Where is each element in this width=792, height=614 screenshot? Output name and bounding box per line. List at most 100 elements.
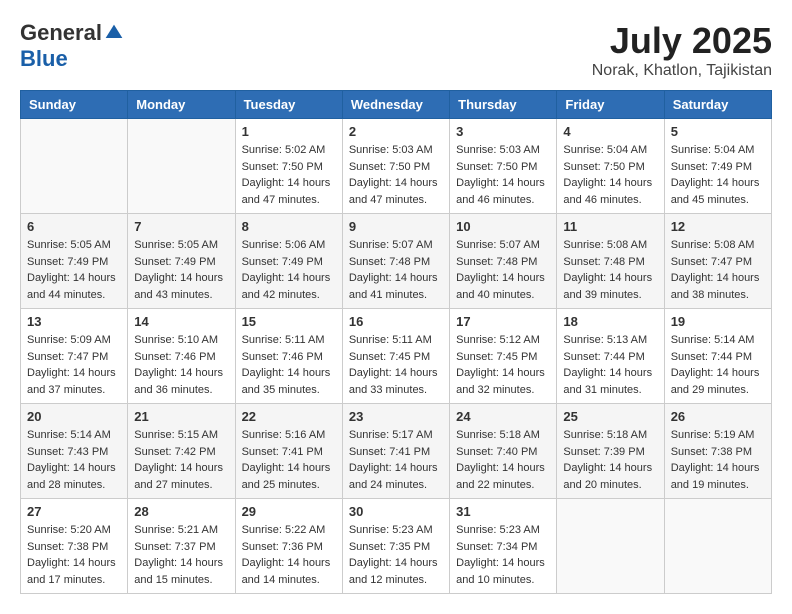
day-detail: Sunrise: 5:13 AM Sunset: 7:44 PM Dayligh…: [563, 332, 657, 398]
day-detail: Sunrise: 5:07 AM Sunset: 7:48 PM Dayligh…: [456, 237, 550, 303]
calendar-cell: 5 Sunrise: 5:04 AM Sunset: 7:49 PM Daylig…: [664, 119, 771, 214]
calendar-cell: [21, 119, 128, 214]
day-number: 23: [349, 409, 443, 424]
day-detail: Sunrise: 5:18 AM Sunset: 7:40 PM Dayligh…: [456, 427, 550, 493]
day-header-sunday: Sunday: [21, 91, 128, 119]
day-detail: Sunrise: 5:09 AM Sunset: 7:47 PM Dayligh…: [27, 332, 121, 398]
calendar-cell: 15 Sunrise: 5:11 AM Sunset: 7:46 PM Dayli…: [235, 309, 342, 404]
calendar-cell: 9 Sunrise: 5:07 AM Sunset: 7:48 PM Daylig…: [342, 214, 449, 309]
day-number: 17: [456, 314, 550, 329]
day-detail: Sunrise: 5:05 AM Sunset: 7:49 PM Dayligh…: [27, 237, 121, 303]
calendar-cell: 12Sunrise: 5:08 AM Sunset: 7:47 PM Dayli…: [664, 214, 771, 309]
day-detail: Sunrise: 5:03 AM Sunset: 7:50 PM Dayligh…: [349, 142, 443, 208]
day-number: 5: [671, 124, 765, 139]
day-detail: Sunrise: 5:08 AM Sunset: 7:48 PM Dayligh…: [563, 237, 657, 303]
calendar-cell: 20Sunrise: 5:14 AM Sunset: 7:43 PM Dayli…: [21, 404, 128, 499]
day-number: 20: [27, 409, 121, 424]
day-detail: Sunrise: 5:02 AM Sunset: 7:50 PM Dayligh…: [242, 142, 336, 208]
calendar-cell: 3 Sunrise: 5:03 AM Sunset: 7:50 PM Daylig…: [450, 119, 557, 214]
day-number: 16: [349, 314, 443, 329]
calendar-cell: 28Sunrise: 5:21 AM Sunset: 7:37 PM Dayli…: [128, 499, 235, 594]
day-number: 31: [456, 504, 550, 519]
calendar-cell: 8Sunrise: 5:06 AM Sunset: 7:49 PM Daylig…: [235, 214, 342, 309]
day-detail: Sunrise: 5:22 AM Sunset: 7:36 PM Dayligh…: [242, 522, 336, 588]
day-detail: Sunrise: 5:23 AM Sunset: 7:35 PM Dayligh…: [349, 522, 443, 588]
day-detail: Sunrise: 5:08 AM Sunset: 7:47 PM Dayligh…: [671, 237, 765, 303]
calendar-cell: 24 Sunrise: 5:18 AM Sunset: 7:40 PM Dayli…: [450, 404, 557, 499]
calendar-cell: 19 Sunrise: 5:14 AM Sunset: 7:44 PM Dayli…: [664, 309, 771, 404]
calendar-cell: [128, 119, 235, 214]
day-number: 22: [242, 409, 336, 424]
day-detail: Sunrise: 5:23 AM Sunset: 7:34 PM Dayligh…: [456, 522, 550, 588]
day-number: 4: [563, 124, 657, 139]
day-detail: Sunrise: 5:11 AM Sunset: 7:45 PM Dayligh…: [349, 332, 443, 398]
day-number: 11: [563, 219, 657, 234]
day-number: 13: [27, 314, 121, 329]
day-number: 29: [242, 504, 336, 519]
calendar-table: SundayMondayTuesdayWednesdayThursdayFrid…: [20, 90, 772, 594]
day-number: 10: [456, 219, 550, 234]
calendar-cell: 17 Sunrise: 5:12 AM Sunset: 7:45 PM Dayli…: [450, 309, 557, 404]
day-number: 2: [349, 124, 443, 139]
day-detail: Sunrise: 5:04 AM Sunset: 7:49 PM Dayligh…: [671, 142, 765, 208]
day-header-monday: Monday: [128, 91, 235, 119]
logo-icon: [104, 23, 124, 43]
calendar-cell: 29 Sunrise: 5:22 AM Sunset: 7:36 PM Dayli…: [235, 499, 342, 594]
calendar-week-row: 20Sunrise: 5:14 AM Sunset: 7:43 PM Dayli…: [21, 404, 772, 499]
day-header-tuesday: Tuesday: [235, 91, 342, 119]
day-number: 7: [134, 219, 228, 234]
calendar-week-row: 13 Sunrise: 5:09 AM Sunset: 7:47 PM Dayli…: [21, 309, 772, 404]
calendar-cell: [557, 499, 664, 594]
day-detail: Sunrise: 5:18 AM Sunset: 7:39 PM Dayligh…: [563, 427, 657, 493]
calendar-cell: 10 Sunrise: 5:07 AM Sunset: 7:48 PM Dayli…: [450, 214, 557, 309]
day-detail: Sunrise: 5:17 AM Sunset: 7:41 PM Dayligh…: [349, 427, 443, 493]
day-detail: Sunrise: 5:06 AM Sunset: 7:49 PM Dayligh…: [242, 237, 336, 303]
day-number: 9: [349, 219, 443, 234]
day-number: 28: [134, 504, 228, 519]
logo-general-text: General: [20, 20, 102, 46]
calendar-cell: 21Sunrise: 5:15 AM Sunset: 7:42 PM Dayli…: [128, 404, 235, 499]
day-number: 14: [134, 314, 228, 329]
day-detail: Sunrise: 5:16 AM Sunset: 7:41 PM Dayligh…: [242, 427, 336, 493]
calendar-cell: 2 Sunrise: 5:03 AM Sunset: 7:50 PM Daylig…: [342, 119, 449, 214]
logo-blue-text: Blue: [20, 46, 68, 72]
page-header: General Blue July 2025 Norak, Khatlon, T…: [20, 20, 772, 80]
day-header-wednesday: Wednesday: [342, 91, 449, 119]
calendar-cell: 25 Sunrise: 5:18 AM Sunset: 7:39 PM Dayli…: [557, 404, 664, 499]
calendar-cell: 4Sunrise: 5:04 AM Sunset: 7:50 PM Daylig…: [557, 119, 664, 214]
calendar-cell: 7Sunrise: 5:05 AM Sunset: 7:49 PM Daylig…: [128, 214, 235, 309]
calendar-cell: 22 Sunrise: 5:16 AM Sunset: 7:41 PM Dayli…: [235, 404, 342, 499]
calendar-cell: 13 Sunrise: 5:09 AM Sunset: 7:47 PM Dayli…: [21, 309, 128, 404]
calendar-cell: 23 Sunrise: 5:17 AM Sunset: 7:41 PM Dayli…: [342, 404, 449, 499]
logo: General Blue: [20, 20, 124, 72]
day-detail: Sunrise: 5:11 AM Sunset: 7:46 PM Dayligh…: [242, 332, 336, 398]
day-number: 6: [27, 219, 121, 234]
calendar-cell: 6 Sunrise: 5:05 AM Sunset: 7:49 PM Daylig…: [21, 214, 128, 309]
day-header-friday: Friday: [557, 91, 664, 119]
calendar-cell: 30Sunrise: 5:23 AM Sunset: 7:35 PM Dayli…: [342, 499, 449, 594]
day-detail: Sunrise: 5:19 AM Sunset: 7:38 PM Dayligh…: [671, 427, 765, 493]
day-detail: Sunrise: 5:10 AM Sunset: 7:46 PM Dayligh…: [134, 332, 228, 398]
day-detail: Sunrise: 5:12 AM Sunset: 7:45 PM Dayligh…: [456, 332, 550, 398]
day-number: 26: [671, 409, 765, 424]
calendar-cell: 14 Sunrise: 5:10 AM Sunset: 7:46 PM Dayli…: [128, 309, 235, 404]
day-number: 19: [671, 314, 765, 329]
calendar-cell: 18Sunrise: 5:13 AM Sunset: 7:44 PM Dayli…: [557, 309, 664, 404]
calendar-cell: 11 Sunrise: 5:08 AM Sunset: 7:48 PM Dayli…: [557, 214, 664, 309]
calendar-cell: 27Sunrise: 5:20 AM Sunset: 7:38 PM Dayli…: [21, 499, 128, 594]
calendar-week-row: 27Sunrise: 5:20 AM Sunset: 7:38 PM Dayli…: [21, 499, 772, 594]
calendar-cell: 16 Sunrise: 5:11 AM Sunset: 7:45 PM Dayli…: [342, 309, 449, 404]
month-title: July 2025: [592, 20, 772, 62]
title-section: July 2025 Norak, Khatlon, Tajikistan: [592, 20, 772, 80]
calendar-week-row: 1Sunrise: 5:02 AM Sunset: 7:50 PM Daylig…: [21, 119, 772, 214]
day-detail: Sunrise: 5:14 AM Sunset: 7:44 PM Dayligh…: [671, 332, 765, 398]
calendar-week-row: 6 Sunrise: 5:05 AM Sunset: 7:49 PM Daylig…: [21, 214, 772, 309]
calendar-cell: 31 Sunrise: 5:23 AM Sunset: 7:34 PM Dayli…: [450, 499, 557, 594]
day-number: 3: [456, 124, 550, 139]
day-number: 24: [456, 409, 550, 424]
day-detail: Sunrise: 5:07 AM Sunset: 7:48 PM Dayligh…: [349, 237, 443, 303]
day-number: 25: [563, 409, 657, 424]
day-detail: Sunrise: 5:03 AM Sunset: 7:50 PM Dayligh…: [456, 142, 550, 208]
day-number: 15: [242, 314, 336, 329]
day-header-saturday: Saturday: [664, 91, 771, 119]
